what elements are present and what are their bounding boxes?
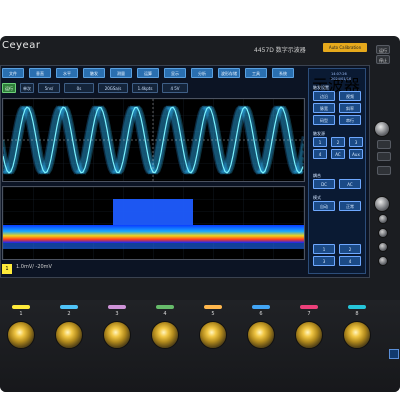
bnc-connector-1[interactable] <box>7 321 35 349</box>
side-button-1[interactable] <box>377 140 391 149</box>
menu-item-0[interactable]: 文件 <box>2 68 24 78</box>
source-opt-2[interactable]: 3 <box>349 137 363 147</box>
bnc-connector-8[interactable] <box>343 321 371 349</box>
panel-time: 14:07:26 <box>331 72 347 76</box>
channel-badge: 1 <box>2 264 12 274</box>
menu-bar: 文件 垂直 水平 触发 测量 运算 显示 分析 波形存储 工具 系统 <box>0 68 305 80</box>
channel-led-4 <box>156 305 174 309</box>
bottom-opt-1[interactable]: 2 <box>339 244 361 254</box>
bnc-connector-3[interactable] <box>103 321 131 349</box>
bnc-connector-2[interactable] <box>55 321 83 349</box>
trigger-opt-5[interactable]: 串行 <box>339 115 361 125</box>
panel-mode-options: 自动 正常 <box>313 201 363 213</box>
control-item-5[interactable]: 1.4kpts <box>132 83 158 93</box>
menu-item-5[interactable]: 运算 <box>137 68 159 78</box>
bottom-opt-0[interactable]: 1 <box>313 244 335 254</box>
channel-led-6 <box>252 305 270 309</box>
panel-trigger-options: 边沿 视频 脉宽 斜率 码型 串行 <box>313 91 363 127</box>
right-side-panel: 示波器 14:07:26 2024/01/16 触发设置 边沿 视频 脉宽 斜率 码型串… <box>308 68 366 274</box>
bnc-connector-7[interactable] <box>295 321 323 349</box>
round-button-4[interactable] <box>378 256 388 266</box>
spectrum-block <box>113 199 193 225</box>
channel-number-8: 8 <box>355 311 359 317</box>
source-opt-1[interactable]: 2 <box>331 137 345 147</box>
source-opt-0[interactable]: 1 <box>313 137 327 147</box>
round-button-2[interactable] <box>378 228 388 238</box>
channel-led-3 <box>108 305 126 309</box>
bnc-connector-4[interactable] <box>151 321 179 349</box>
side-button-3[interactable] <box>377 166 391 175</box>
panel-bottom-options: 1234 <box>313 244 363 270</box>
trigger-opt-0[interactable]: 边沿 <box>313 91 335 101</box>
mode-opt-0[interactable]: 自动 <box>313 201 335 211</box>
source-opt-4[interactable]: AC <box>331 149 345 159</box>
usb-port[interactable] <box>389 349 399 359</box>
bottom-opt-2[interactable]: 3 <box>313 256 335 266</box>
middle-knob[interactable] <box>374 196 390 212</box>
bnc-connector-5[interactable] <box>199 321 227 349</box>
control-item-4[interactable]: 20GSa/s <box>98 83 128 93</box>
status-badge: Auto Calibration <box>323 43 367 52</box>
top-knob[interactable] <box>374 121 390 137</box>
menu-item-1[interactable]: 垂直 <box>29 68 51 78</box>
menu-item-8[interactable]: 波形存储 <box>218 68 240 78</box>
panel-date: 2024/01/16 <box>331 77 352 81</box>
model-label: 4457D 数字示波器 <box>254 47 306 54</box>
side-button-2[interactable] <box>377 152 391 161</box>
source-opt-3[interactable]: 4 <box>313 149 327 159</box>
channel-number-5: 5 <box>211 311 215 317</box>
menu-item-10[interactable]: 系统 <box>272 68 294 78</box>
bottom-opt-3[interactable]: 4 <box>339 256 361 266</box>
menu-item-9[interactable]: 工具 <box>245 68 267 78</box>
channel-number-6: 6 <box>259 311 263 317</box>
panel-coupling-options: DC AC <box>313 179 363 191</box>
trigger-opt-4[interactable]: 码型 <box>313 115 335 125</box>
control-item-0[interactable]: 运行 <box>2 83 16 93</box>
channel-number-3: 3 <box>115 311 119 317</box>
control-item-6[interactable]: 4 5V <box>162 83 188 93</box>
spectrum-waveform-svg <box>3 187 304 259</box>
channel-number-1: 1 <box>19 311 23 317</box>
coupling-opt-0[interactable]: DC <box>313 179 335 189</box>
waveform-view-spectrum <box>2 186 305 260</box>
bottom-info-text: 1.0mV/ -20mV <box>16 264 52 270</box>
round-button-1[interactable] <box>378 214 388 224</box>
channel-led-8 <box>348 305 366 309</box>
bnc-connector-6[interactable] <box>247 321 275 349</box>
trigger-opt-1[interactable]: 视频 <box>339 91 361 101</box>
bottom-info-bar: 1 1.0mV/ -20mV <box>2 262 305 276</box>
menu-item-3[interactable]: 触发 <box>83 68 105 78</box>
menu-item-7[interactable]: 分析 <box>191 68 213 78</box>
coupling-opt-1[interactable]: AC <box>339 179 361 189</box>
menu-item-4[interactable]: 测量 <box>110 68 132 78</box>
channel-led-2 <box>60 305 78 309</box>
channel-inputs: 1 2 3 4 5 6 7 8 <box>0 305 380 365</box>
round-button-3[interactable] <box>378 242 388 252</box>
control-item-1[interactable]: 单次 <box>20 83 34 93</box>
channel-led-7 <box>300 305 318 309</box>
channel-number-7: 7 <box>307 311 311 317</box>
source-opt-5[interactable]: Aux <box>349 149 363 159</box>
run-hw-button[interactable]: 运行 <box>376 45 390 54</box>
control-item-3[interactable]: 0s <box>64 83 94 93</box>
spectrogram-band <box>3 225 304 243</box>
control-bar: 运行 单次 5ns/0s 20GSa/s 1.4kpts 4 5V <box>0 83 305 95</box>
control-item-2[interactable]: 5ns/ <box>38 83 60 93</box>
channel-led-5 <box>204 305 222 309</box>
waveform-view-time <box>1 98 305 182</box>
panel-source-options: 1 2 3 4 AC Aux <box>313 137 363 159</box>
mode-opt-1[interactable]: 正常 <box>339 201 361 211</box>
trigger-opt-2[interactable]: 脉宽 <box>313 103 335 113</box>
menu-item-6[interactable]: 显示 <box>164 68 186 78</box>
brand-logo: Ceyear <box>2 40 41 51</box>
stop-hw-button[interactable]: 停止 <box>376 55 390 64</box>
channel-led-1 <box>12 305 30 309</box>
time-waveform-svg <box>1 99 305 181</box>
channel-number-4: 4 <box>163 311 167 317</box>
trigger-opt-3[interactable]: 斜率 <box>339 103 361 113</box>
channel-number-2: 2 <box>67 311 71 317</box>
menu-item-2[interactable]: 水平 <box>56 68 78 78</box>
